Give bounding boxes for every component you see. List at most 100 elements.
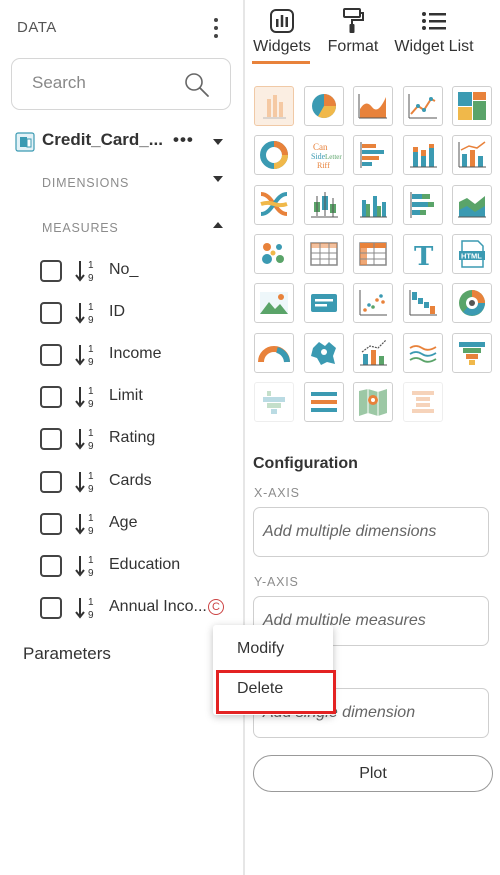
dimensions-expand-icon[interactable] (213, 176, 223, 182)
stacked-horizontal-bar-icon[interactable] (402, 184, 443, 225)
funnel-icon[interactable] (452, 332, 492, 373)
number-icon-top: 1 (88, 302, 94, 313)
box-plot-icon[interactable] (303, 184, 344, 225)
sankey-icon[interactable] (254, 184, 294, 225)
stacked-bar-icon[interactable] (402, 135, 443, 176)
horizontal-bar-icon[interactable] (353, 135, 393, 176)
search-icon[interactable] (184, 72, 210, 98)
treemap-icon[interactable] (452, 86, 492, 126)
pivot-table-icon[interactable] (353, 233, 393, 274)
geo-map-icon[interactable] (353, 381, 393, 422)
measure-checkbox[interactable] (40, 512, 62, 535)
numeric-sort-icon: 19 (75, 302, 94, 326)
dataset-collapse-icon[interactable] (213, 139, 223, 145)
bar-chart-icon[interactable] (254, 86, 294, 126)
measure-item[interactable]: 1 9 Education (38, 552, 233, 582)
parameters-section-label[interactable]: Parameters (23, 644, 111, 664)
search-input[interactable] (32, 73, 182, 93)
measure-label: Income (109, 345, 162, 363)
gauge-icon[interactable] (254, 332, 294, 373)
tab-widget-list[interactable]: Widget List (392, 6, 476, 56)
numeric-sort-icon: 19 (75, 471, 94, 495)
numeric-sort-icon: 19 (75, 386, 94, 410)
waterfall-icon[interactable] (402, 283, 443, 324)
number-icon-top: 1 (88, 597, 94, 608)
measures-collapse-icon[interactable] (213, 222, 223, 228)
text-icon[interactable]: T (402, 233, 443, 274)
measure-item[interactable]: 1 9 Limit (38, 383, 233, 413)
measure-checkbox[interactable] (40, 260, 62, 282)
configuration-title: Configuration (253, 455, 358, 472)
number-icon-bottom: 9 (88, 399, 94, 410)
tab-widget-list-label: Widget List (394, 38, 474, 55)
x-axis-dropzone[interactable]: Add multiple dimensions (253, 507, 489, 557)
numeric-sort-icon: 19 (75, 513, 94, 537)
measure-label: Cards (109, 471, 152, 489)
data-panel-menu-icon[interactable] (209, 16, 223, 40)
measure-item[interactable]: 1 9 Rating (38, 425, 233, 455)
calculated-badge-icon: C (208, 598, 224, 615)
measure-item[interactable]: 1 9 Cards (38, 468, 233, 498)
measure-checkbox[interactable] (40, 470, 62, 493)
number-icon-bottom: 9 (88, 315, 94, 326)
line-chart-icon[interactable] (402, 86, 443, 126)
panel-divider (243, 0, 245, 875)
kpi-card-icon[interactable] (303, 283, 344, 324)
bar-line-combo-icon[interactable] (452, 135, 492, 176)
area-chart-icon[interactable] (353, 86, 393, 126)
dataset-row[interactable]: Credit_Card_... ••• (15, 128, 235, 156)
tab-format[interactable]: Format (323, 6, 383, 56)
number-icon-top: 1 (88, 386, 94, 397)
pyramid-icon[interactable] (254, 381, 294, 422)
measure-checkbox[interactable] (40, 344, 62, 367)
measure-label: Age (109, 513, 138, 531)
html-icon[interactable]: HTML (452, 233, 492, 274)
measure-item[interactable]: 1 9 No_ (38, 257, 233, 287)
numeric-sort-icon: 19 (75, 597, 94, 621)
menu-item-modify[interactable]: Modify (213, 631, 333, 667)
number-icon-bottom: 9 (88, 484, 94, 495)
image-icon[interactable] (254, 283, 294, 324)
measure-checkbox[interactable] (40, 428, 62, 451)
data-panel-title: DATA (17, 19, 57, 36)
stacked-area-icon[interactable] (452, 184, 492, 225)
scatter-icon[interactable] (353, 283, 393, 324)
search-box[interactable] (11, 58, 231, 110)
number-icon-top: 1 (88, 260, 94, 271)
active-tab-indicator (252, 61, 310, 64)
dataset-name[interactable]: Credit_Card_... (42, 130, 163, 150)
bar-trend-icon[interactable] (353, 332, 393, 373)
table-icon[interactable] (303, 233, 344, 274)
measures-section-label: MEASURES (42, 221, 119, 235)
dataset-more-icon[interactable]: ••• (173, 130, 194, 150)
grouped-bar-icon[interactable] (353, 184, 393, 225)
bubble-icon[interactable] (254, 233, 294, 274)
number-icon-bottom: 9 (88, 568, 94, 579)
number-icon-top: 1 (88, 344, 94, 355)
donut-chart-icon[interactable] (254, 135, 294, 176)
progress-bar-icon[interactable] (303, 381, 344, 422)
plot-button[interactable]: Plot (253, 755, 493, 792)
measure-label: ID (109, 303, 125, 321)
measure-item[interactable]: 1 9 Income (38, 341, 233, 371)
sunburst-icon[interactable] (452, 283, 492, 324)
measure-checkbox[interactable] (40, 554, 62, 577)
word-cloud-can: Can (313, 142, 328, 152)
measure-label: Annual Inco... (109, 597, 207, 615)
measure-checkbox[interactable] (40, 302, 62, 325)
word-cloud-icon[interactable]: Can Side Letter Riff (303, 135, 344, 176)
measure-item[interactable]: 1 9 Annual Inco... C (38, 594, 233, 624)
measure-checkbox[interactable] (40, 386, 62, 409)
multi-line-icon[interactable] (402, 332, 443, 373)
measure-item[interactable]: 1 9 Age (38, 510, 233, 540)
hourglass-icon[interactable] (402, 381, 443, 422)
map-icon[interactable] (303, 332, 344, 373)
tab-widgets[interactable]: Widgets (252, 6, 312, 56)
number-icon-top: 1 (88, 513, 94, 524)
word-cloud-side: Side (311, 152, 326, 161)
text-widget-letter: T (414, 242, 434, 272)
measure-checkbox[interactable] (40, 596, 62, 619)
pie-chart-icon[interactable] (303, 86, 344, 126)
measure-item[interactable]: 1 9 ID (38, 299, 233, 329)
measure-label: No_ (109, 261, 139, 278)
